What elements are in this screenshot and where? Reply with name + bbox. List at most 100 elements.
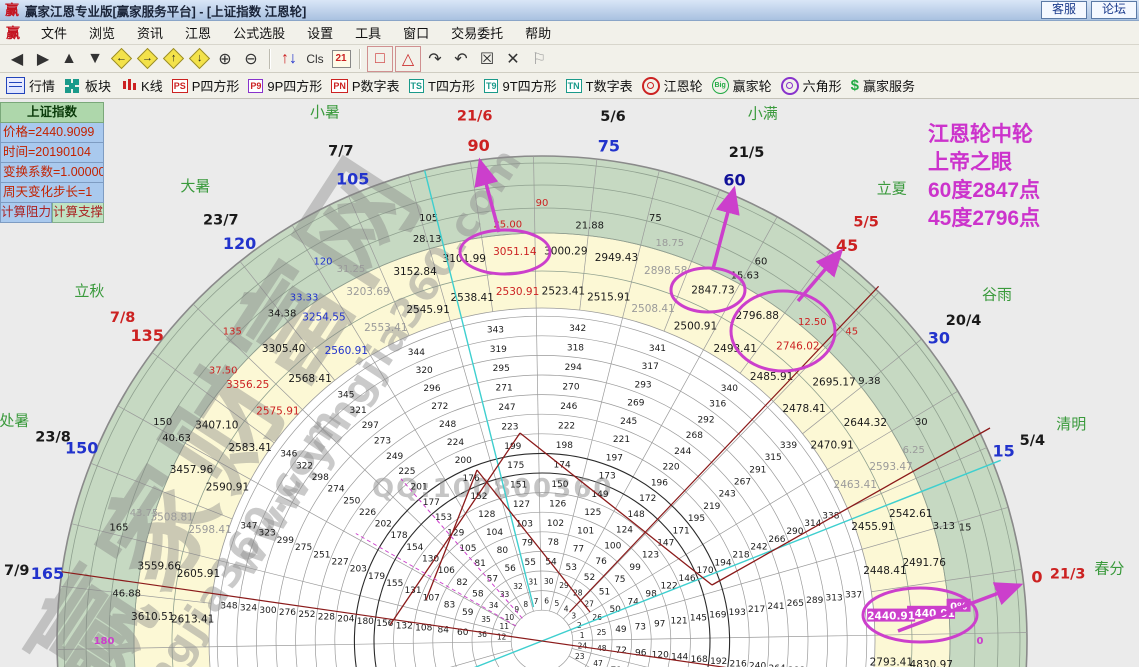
nav-next-icon[interactable]: ▶ (31, 47, 55, 71)
menu-item-8[interactable]: 交易委托 (440, 23, 514, 42)
rim-degree-label: 15 (993, 442, 1015, 461)
view-label: T四方形 (428, 79, 475, 94)
cls-button[interactable]: Cls (303, 47, 327, 71)
view-P四方形[interactable]: PS P四方形 (171, 76, 239, 95)
price-level: 3457.96 (170, 464, 214, 476)
kefu-button[interactable]: 客服 (1040, 1, 1087, 19)
wheel-number: 4 (564, 604, 569, 613)
titlebar-buttons: 客服 论坛 (1040, 1, 1139, 19)
view-K线[interactable]: K线 (120, 76, 163, 95)
wheel-number: 32 (513, 582, 523, 591)
wheel-number: 270 (562, 382, 579, 392)
annotation-line: 江恩轮中轮 (928, 123, 1033, 146)
rim-degree-label: 0 (1031, 568, 1042, 587)
wheel-number: 155 (386, 579, 403, 589)
pct-level: 43.75 (130, 508, 159, 519)
views-toolbar: 行情 板块 K线 PS P四方形 P9 9P四方形 PN P数字表 TS T四方形 T9 9T四方形 TN… (0, 73, 1139, 99)
rotate-ccw-icon[interactable]: ↶ (449, 47, 473, 71)
menu-item-7[interactable]: 窗口 (392, 23, 440, 42)
wheel-number: 249 (386, 452, 403, 462)
calc-support-button[interactable]: 计算支撑 (52, 203, 104, 223)
price-level: 2508.41 (631, 303, 674, 315)
wheel-number: 154 (406, 543, 423, 553)
wheel-number: 221 (613, 435, 630, 445)
wheel-number: 338 (822, 511, 839, 521)
view-行情[interactable]: 行情 (6, 76, 55, 95)
flip-up-icon[interactable]: ▲ (57, 47, 81, 71)
wheel-number: 340 (721, 384, 738, 394)
pan-left-icon[interactable]: ← (109, 47, 133, 71)
menu-item-5[interactable]: 设置 (296, 23, 344, 42)
calendar-icon[interactable]: 21 (329, 47, 353, 71)
menu-item-4[interactable]: 公式选股 (222, 23, 296, 42)
wheel-number: 9 (514, 605, 519, 614)
menu-item-0[interactable]: 文件 (30, 23, 78, 42)
wheel-number: 344 (408, 348, 425, 358)
wheel-number: 226 (359, 508, 376, 518)
square-tool-icon[interactable]: □ (367, 45, 393, 72)
wheel-number: 323 (259, 529, 276, 539)
wheel-number: 76 (595, 557, 607, 567)
pan-down-icon[interactable]: ↓ (187, 47, 211, 71)
wheel-number: 29 (559, 581, 569, 590)
nav-prev-icon[interactable]: ◀ (5, 47, 29, 71)
zoom-in-icon[interactable]: ⊕ (213, 47, 237, 71)
wheel-number: 100 (604, 541, 621, 551)
rotate-cw-icon[interactable]: ↷ (423, 47, 447, 71)
wheel-number: 242 (750, 543, 767, 553)
flag-icon[interactable]: ⚐ (527, 47, 551, 71)
flip-down-icon[interactable]: ▼ (83, 47, 107, 71)
view-P数字表[interactable]: PN P数字表 (331, 76, 400, 95)
updown-icon[interactable]: ↑ ↓ (277, 47, 301, 71)
wheel-number: 275 (295, 543, 312, 553)
price-level: 2500.91 (674, 320, 717, 332)
degree-ring-label: 75 (649, 213, 662, 224)
wheel-number: 8 (523, 600, 528, 609)
solar-term-label: 立秋 (74, 282, 104, 300)
pan-right-icon[interactable]: → (135, 47, 159, 71)
triangle-tool-icon[interactable]: △ (395, 45, 421, 72)
price-level: 2605.91 (177, 568, 220, 580)
wheel-number: 102 (547, 519, 564, 529)
wheel-number: 145 (690, 614, 707, 624)
menu-item-2[interactable]: 资讯 (126, 23, 174, 42)
shrink-icon[interactable]: ✕ (501, 47, 525, 71)
price-level: 2746.02 (776, 341, 819, 353)
menu-item-3[interactable]: 江恩 (174, 23, 222, 42)
view-六角形[interactable]: 六角形 (780, 76, 842, 95)
view-江恩轮[interactable]: 江恩轮 (641, 76, 703, 95)
degree-ring-label: 120 (313, 257, 332, 268)
wheel-number: 266 (768, 535, 785, 545)
app-logo-icon: 赢 (5, 2, 19, 18)
price-level: 2448.41 (863, 565, 906, 577)
view-T数字表[interactable]: TN T数字表 (565, 76, 633, 95)
view-label: 六角形 (802, 79, 842, 94)
wheel-number: 78 (548, 538, 560, 548)
toolbar-separator (269, 48, 271, 69)
wheel-number: 175 (507, 461, 524, 471)
menu-item-9[interactable]: 帮助 (514, 23, 562, 42)
calc-resistance-button[interactable]: 计算阻力 (0, 203, 52, 223)
view-T四方形[interactable]: TS T四方形 (408, 76, 475, 95)
wheel-number: 271 (496, 384, 513, 394)
wheel-number: 225 (398, 467, 415, 477)
wheel-number: 318 (567, 343, 584, 353)
menu-item-1[interactable]: 浏览 (78, 23, 126, 42)
view-板块[interactable]: 板块 (64, 76, 111, 95)
zoom-out-icon[interactable]: ⊖ (239, 47, 263, 71)
pan-up-icon[interactable]: ↑ (161, 47, 185, 71)
wheel-number: 7 (534, 597, 539, 606)
price-level: 2455.91 (851, 521, 894, 533)
rim-date-label: 23/7 (203, 212, 239, 228)
wheel-number: 251 (313, 550, 330, 560)
view-9T四方形[interactable]: T9 9T四方形 (483, 76, 557, 95)
view-9P四方形[interactable]: P9 9P四方形 (248, 76, 322, 95)
view-赢家服务[interactable]: $ 赢家服务 (851, 76, 915, 95)
wheel-number: 240 (749, 662, 766, 667)
forum-button[interactable]: 论坛 (1090, 1, 1137, 19)
wheel-number: 103 (516, 519, 533, 529)
menu-item-6[interactable]: 工具 (344, 23, 392, 42)
view-赢家轮[interactable]: Big 赢家轮 (711, 76, 772, 95)
price-level: 3305.40 (262, 343, 305, 355)
box-x-icon[interactable]: ☒ (475, 47, 499, 71)
